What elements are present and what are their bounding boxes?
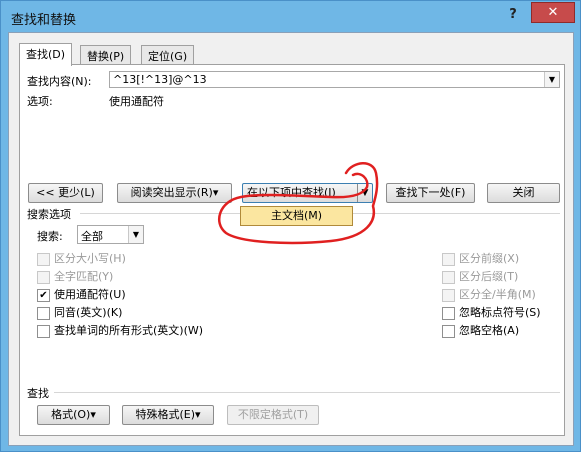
tab-find[interactable]: 查找(D): [19, 43, 73, 66]
use-wildcards-checkbox[interactable]: ✔ 使用通配符(U): [37, 286, 126, 302]
find-what-value: ^13[!^13]@^13: [113, 73, 207, 86]
whole-word-checkbox[interactable]: 全字匹配(Y): [37, 268, 113, 284]
checkbox-box[interactable]: [37, 306, 50, 320]
checkbox-box[interactable]: [37, 252, 50, 266]
chevron-down-icon[interactable]: ▼: [544, 72, 559, 87]
format-button[interactable]: 格式(O)▾: [37, 405, 110, 425]
checkbox-label: 查找单词的所有形式(英文)(W): [54, 324, 204, 337]
sounds-like-checkbox[interactable]: 同音(英文)(K): [37, 304, 122, 320]
find-what-combo[interactable]: ^13[!^13]@^13 ▼: [109, 71, 560, 88]
checkbox-box[interactable]: [442, 252, 455, 266]
checkbox-label: 忽略标点符号(S): [459, 306, 541, 319]
chevron-down-icon[interactable]: ▼: [128, 226, 143, 243]
search-direction-value: 全部: [81, 230, 103, 243]
menu-item-main-document[interactable]: 主文档(M): [240, 206, 353, 226]
checkbox-label: 区分全/半角(M): [459, 288, 536, 301]
checkmark-icon[interactable]: ✔: [37, 288, 50, 302]
checkbox-box[interactable]: [37, 324, 50, 338]
window-close-button[interactable]: ✕: [531, 2, 575, 23]
checkbox-box[interactable]: [442, 306, 455, 320]
checkbox-label: 区分大小写(H): [54, 252, 126, 265]
chevron-down-icon[interactable]: ▼: [357, 184, 372, 202]
match-suffix-checkbox[interactable]: 区分后缀(T): [442, 268, 518, 284]
search-options-heading: 搜索选项: [27, 208, 71, 221]
title-bar[interactable]: 查找和替换 ? ✕: [1, 1, 580, 33]
dialog-body: 查找(D) 替换(P) 定位(G) 查找内容(N): ^13[!^13]@^13…: [8, 32, 574, 446]
search-direction-select[interactable]: 全部 ▼: [77, 225, 144, 244]
reading-highlight-button[interactable]: 阅读突出显示(R)▾: [117, 183, 232, 203]
checkbox-box[interactable]: [442, 270, 455, 284]
find-what-label: 查找内容(N):: [27, 75, 92, 88]
less-button[interactable]: << 更少(L): [28, 183, 103, 203]
tab-replace[interactable]: 替换(P): [80, 45, 132, 65]
separator: [54, 392, 560, 393]
match-prefix-checkbox[interactable]: 区分前缀(X): [442, 250, 519, 266]
help-button[interactable]: ?: [501, 5, 525, 25]
tab-goto[interactable]: 定位(G): [141, 45, 195, 65]
find-in-label: 在以下项中查找(I): [247, 186, 336, 199]
checkbox-box[interactable]: [37, 270, 50, 284]
find-next-button[interactable]: 查找下一处(F): [386, 183, 475, 203]
find-in-button[interactable]: 在以下项中查找(I) ▼: [242, 183, 373, 203]
match-width-checkbox[interactable]: 区分全/半角(M): [442, 286, 536, 302]
checkbox-label: 同音(英文)(K): [54, 306, 123, 319]
no-formatting-button: 不限定格式(T): [227, 405, 319, 425]
find-panel: 查找内容(N): ^13[!^13]@^13 ▼ 选项: 使用通配符 << 更少…: [19, 64, 565, 436]
find-replace-dialog: 查找和替换 ? ✕ 查找(D) 替换(P) 定位(G) 查找内容(N): ^13…: [0, 0, 581, 452]
match-case-checkbox[interactable]: 区分大小写(H): [37, 250, 126, 266]
search-label: 搜索:: [37, 230, 63, 243]
checkbox-label: 全字匹配(Y): [54, 270, 114, 283]
ignore-punctuation-checkbox[interactable]: 忽略标点符号(S): [442, 304, 541, 320]
checkbox-label: 区分后缀(T): [459, 270, 519, 283]
all-word-forms-checkbox[interactable]: 查找单词的所有形式(英文)(W): [37, 322, 203, 338]
ignore-whitespace-checkbox[interactable]: 忽略空格(A): [442, 322, 519, 338]
checkbox-label: 忽略空格(A): [459, 324, 520, 337]
options-value: 使用通配符: [109, 95, 164, 108]
find-section-heading: 查找: [27, 387, 49, 400]
close-button[interactable]: 关闭: [487, 183, 560, 203]
window-title: 查找和替换: [11, 13, 77, 28]
checkbox-box[interactable]: [442, 324, 455, 338]
checkbox-label: 使用通配符(U): [54, 288, 126, 301]
checkbox-label: 区分前缀(X): [459, 252, 520, 265]
options-label: 选项:: [27, 95, 53, 108]
checkbox-box[interactable]: [442, 288, 455, 302]
special-button[interactable]: 特殊格式(E)▾: [122, 405, 214, 425]
